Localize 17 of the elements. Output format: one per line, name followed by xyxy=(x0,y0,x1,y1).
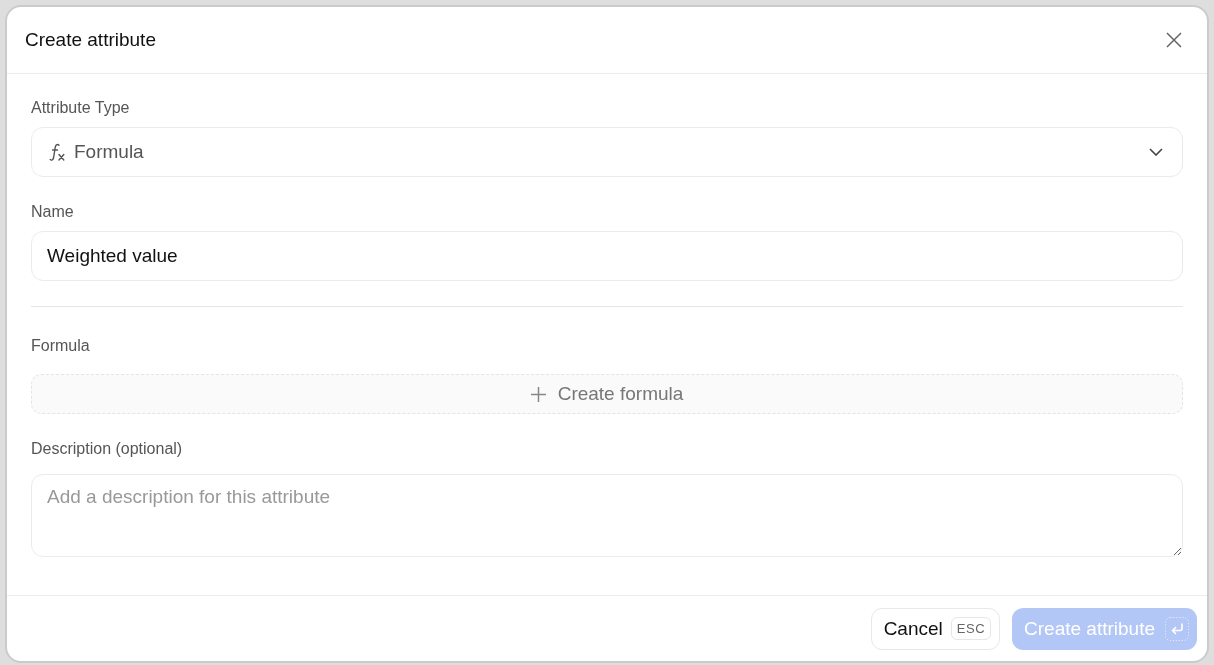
field-label: Attribute Type xyxy=(31,98,130,118)
type-select[interactable]: Formula xyxy=(31,127,1183,177)
shortcut-key: ESC xyxy=(950,617,992,640)
description-textarea[interactable]: Add a description for this attribute xyxy=(31,474,1183,557)
name-input[interactable]: Weighted value xyxy=(31,231,1183,281)
plus-icon xyxy=(530,386,546,402)
dialog-title: Create attribute xyxy=(25,29,156,51)
close-icon xyxy=(1166,32,1182,48)
chevron-down-icon xyxy=(1149,148,1163,156)
create-formula-button[interactable]: Create formula xyxy=(31,374,1183,414)
field-label: Name xyxy=(31,202,74,222)
field-label: Formula xyxy=(31,336,90,356)
function-icon xyxy=(48,142,66,162)
field-label: Description (optional) xyxy=(31,439,183,459)
close-button[interactable] xyxy=(1164,30,1184,50)
return-key-icon xyxy=(1165,616,1189,641)
cancel-button[interactable]: Cancel ESC xyxy=(870,607,1001,650)
